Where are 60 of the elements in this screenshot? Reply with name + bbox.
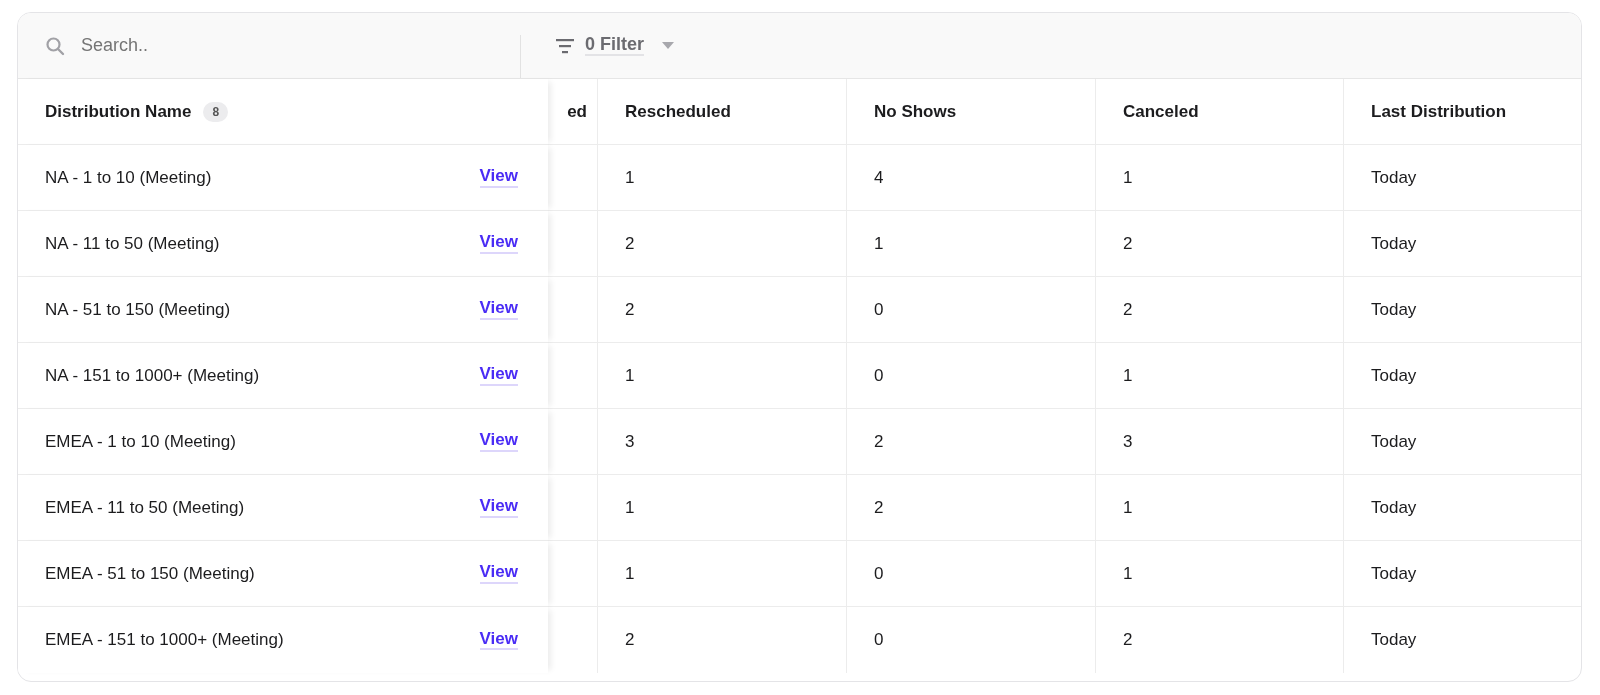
table-cell: Today xyxy=(1344,409,1581,475)
table-cell: 0 xyxy=(847,277,1096,343)
distribution-name: EMEA - 151 to 1000+ (Meeting) xyxy=(45,629,284,652)
table-cell: 4 xyxy=(847,145,1096,211)
table-cell: 1 xyxy=(1096,343,1344,409)
distribution-name: EMEA - 1 to 10 (Meeting) xyxy=(45,430,236,453)
distribution-name: NA - 11 to 50 (Meeting) xyxy=(45,232,220,255)
table-cell-text: Today xyxy=(1370,629,1418,652)
column-header: No Shows xyxy=(847,79,1096,145)
distribution-name: EMEA - 51 to 150 (Meeting) xyxy=(45,562,255,585)
table-cell: 1 xyxy=(598,475,847,541)
table-cell: Today xyxy=(1344,541,1581,607)
table-cell: 1 xyxy=(1096,541,1344,607)
table-cell: 0 xyxy=(847,343,1096,409)
table-cell: 1 xyxy=(598,541,847,607)
view-link[interactable]: View xyxy=(479,629,518,651)
table-cell: 2 xyxy=(598,277,847,343)
column-header: Distribution Name xyxy=(45,100,192,123)
table-cell: 2 xyxy=(1096,607,1344,673)
table-cell: 1 xyxy=(1096,145,1344,211)
table-cell: 2 xyxy=(847,475,1096,541)
table-cell: 1 xyxy=(847,211,1096,277)
column-header: Last Distribution xyxy=(1344,79,1581,145)
view-link[interactable]: View xyxy=(479,365,518,386)
distribution-name: NA - 1 to 10 (Meeting) xyxy=(45,166,212,189)
table-cell: 0 xyxy=(847,541,1096,607)
table-cell: 1 xyxy=(598,343,847,409)
view-link[interactable]: View xyxy=(479,431,518,452)
table-cell: 1 xyxy=(1096,475,1344,541)
table-cell: 2 xyxy=(847,409,1096,475)
table-cell: 3 xyxy=(1096,409,1344,475)
distribution-name: NA - 151 to 1000+ (Meeting) xyxy=(45,364,260,387)
table-cell: 2 xyxy=(1096,211,1344,277)
column-header: Canceled xyxy=(1096,79,1344,145)
column-header: ed xyxy=(548,79,598,145)
table-cell: 0 xyxy=(847,607,1096,673)
filter-icon xyxy=(555,37,575,54)
table-cell: 2 xyxy=(1096,277,1344,343)
caret-icon xyxy=(662,42,675,49)
count-badge: 8 xyxy=(203,101,229,122)
table-cell: 2 xyxy=(598,607,847,673)
search-icon xyxy=(45,35,65,56)
view-link[interactable]: View xyxy=(479,167,518,188)
distribution-name: NA - 51 to 150 (Meeting) xyxy=(45,298,231,321)
table-cell: Today xyxy=(1344,343,1581,409)
distribution-name: EMEA - 11 to 50 (Meeting) xyxy=(45,496,245,519)
view-link[interactable]: View xyxy=(479,233,518,254)
table-cell: 1 xyxy=(598,145,847,211)
table-cell: Today xyxy=(1344,475,1581,541)
filter-button[interactable]: 0 Filter xyxy=(521,13,681,78)
table-cell: Today xyxy=(1344,211,1581,277)
table-cell: Today xyxy=(1344,145,1581,211)
view-link[interactable]: View xyxy=(479,563,518,584)
column-header: Rescheduled xyxy=(598,79,847,145)
view-link[interactable]: View xyxy=(479,299,518,320)
view-link[interactable]: View xyxy=(479,497,518,518)
table-cell: 3 xyxy=(598,409,847,475)
search-field[interactable]: Search.. xyxy=(79,31,479,60)
table-cell: 2 xyxy=(598,211,847,277)
table-cell: Today xyxy=(1344,277,1581,343)
